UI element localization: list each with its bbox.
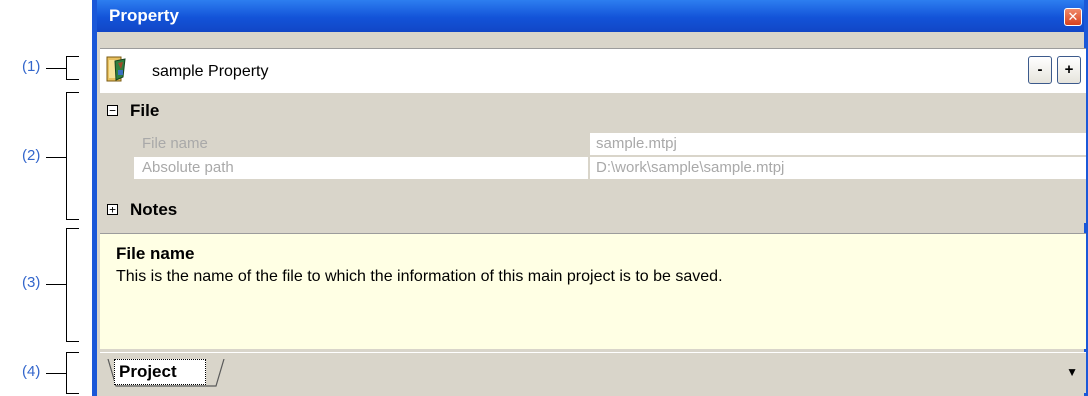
callout-3: (3) [22, 274, 41, 291]
callout-2: (2) [22, 147, 41, 164]
callout-4-bracket [66, 352, 79, 394]
callout-4: (4) [22, 363, 41, 380]
tab-label: Project [119, 362, 177, 381]
expand-button[interactable]: + [1057, 56, 1081, 84]
callout-1: (1) [22, 58, 41, 75]
panel-title: Property [109, 6, 179, 25]
property-row-file-name[interactable]: File name sample.mtpj [134, 133, 1086, 155]
property-panel: Property ✕ sample Property - + − File Fi… [92, 0, 1088, 396]
property-row-absolute-path[interactable]: Absolute path D:\work\sample\sample.mtpj [134, 157, 1086, 179]
window-frame-left [92, 0, 97, 396]
category-file[interactable]: − File [104, 100, 304, 122]
project-file-icon [106, 56, 126, 82]
property-value[interactable]: D:\work\sample\sample.mtpj [590, 157, 1086, 179]
callout-2-bracket [66, 92, 79, 220]
callout-3-leader [46, 284, 66, 285]
description-area: File name This is the name of the file t… [100, 233, 1086, 349]
description-text: This is the name of the file to which th… [116, 268, 723, 285]
expand-toggle-icon[interactable]: + [107, 204, 118, 215]
title-bar[interactable]: Property ✕ [92, 0, 1088, 32]
close-button[interactable]: ✕ [1064, 8, 1082, 26]
property-grid: − File File name sample.mtpj Absolute pa… [100, 93, 1086, 223]
chevron-down-icon[interactable]: ▼ [1066, 365, 1078, 379]
property-name: File name [134, 133, 588, 155]
property-target-label: sample Property [152, 63, 269, 80]
callout-3-bracket [66, 228, 79, 342]
callout-1-leader [46, 68, 66, 69]
tab-bar: Project ▼ [100, 352, 1086, 393]
property-target-bar: sample Property - + [100, 48, 1086, 93]
category-notes[interactable]: + Notes [104, 199, 304, 221]
collapse-button[interactable]: - [1028, 56, 1052, 84]
tab-project[interactable]: Project [114, 359, 206, 385]
close-icon: ✕ [1067, 9, 1079, 24]
category-label: Notes [130, 200, 178, 219]
callout-2-leader [46, 157, 66, 158]
property-name: Absolute path [134, 157, 588, 179]
category-label: File [130, 101, 160, 120]
property-value[interactable]: sample.mtpj [590, 133, 1086, 155]
callout-4-leader [46, 373, 66, 374]
callout-1-bracket [66, 56, 79, 80]
description-title: File name [116, 244, 195, 263]
collapse-toggle-icon[interactable]: − [107, 105, 118, 116]
